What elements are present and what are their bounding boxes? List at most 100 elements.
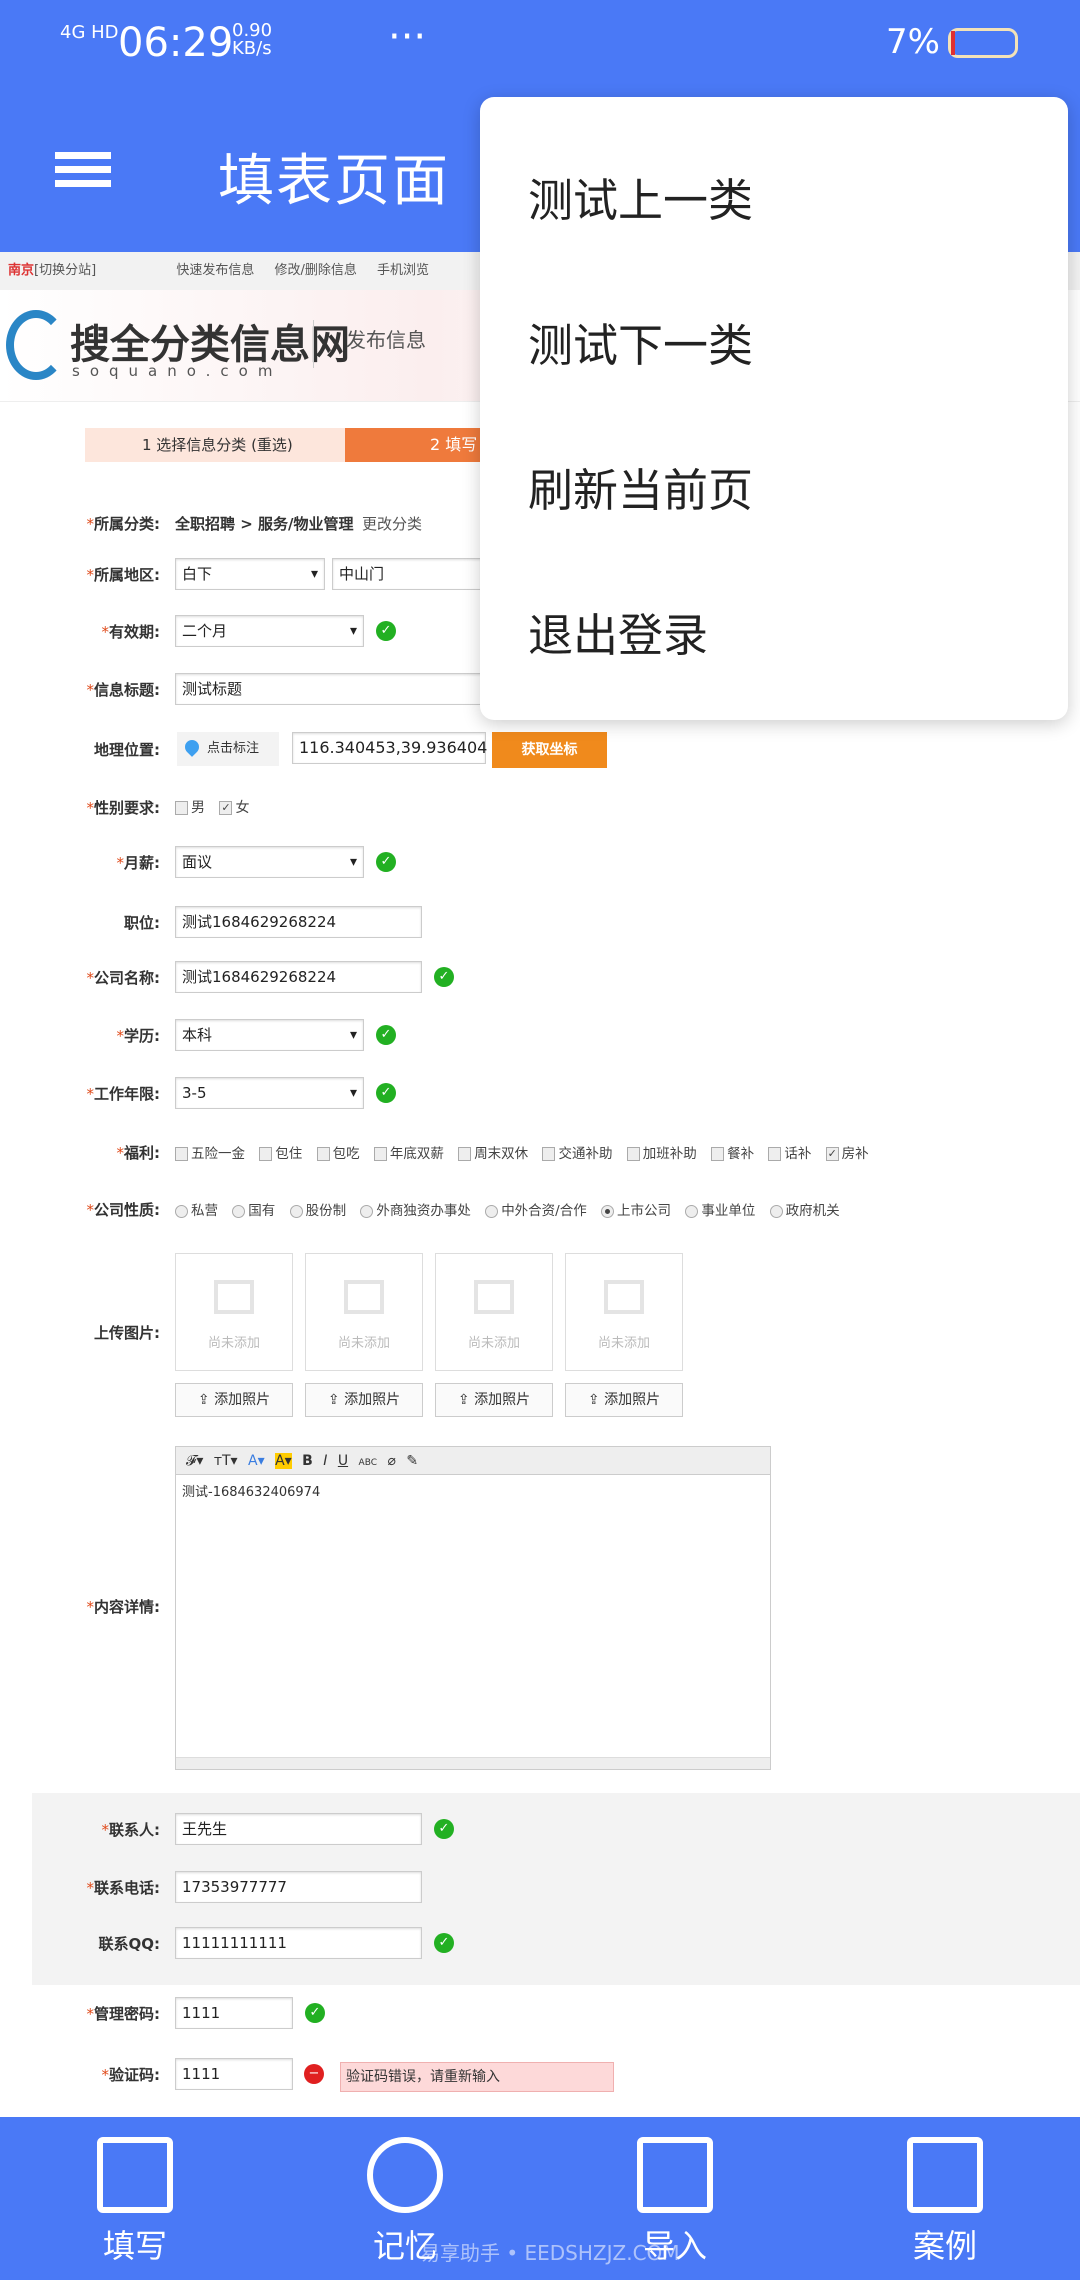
validity-select[interactable]: 二个月 xyxy=(175,615,364,647)
highlight-icon[interactable]: A▾ xyxy=(275,1453,292,1469)
more-status-icon: ··· xyxy=(388,14,427,60)
years-label: *工作年限: xyxy=(86,1085,161,1103)
upload-label: 上传图片: xyxy=(94,1324,160,1342)
underline-icon[interactable]: U xyxy=(338,1453,348,1469)
password-input[interactable]: 1111 xyxy=(175,1997,293,2029)
rich-text-editor[interactable]: 𝓕▾ тT▾ A▾ A▾ B I U ABC ⌀ ✎ 测试-1684632406… xyxy=(175,1446,771,1770)
nature-option[interactable]: 国有 xyxy=(232,1203,275,1219)
gender-male[interactable]: 男 xyxy=(175,800,205,816)
welfare-option[interactable]: 年底双薪 xyxy=(373,1146,444,1162)
nature-option[interactable]: 股份制 xyxy=(289,1203,346,1219)
photo-slot: 尚未添加 xyxy=(305,1253,423,1371)
step-1[interactable]: 1 选择信息分类 (重选) xyxy=(85,428,345,462)
image-placeholder-icon xyxy=(604,1280,644,1314)
nature-options: 私营 国有 股份制 外商独资办事处 中外合资/合作 上市公司 事业单位 政府机关 xyxy=(175,1199,850,1219)
welfare-option[interactable]: 五险一金 xyxy=(175,1146,245,1162)
menu-item-next-category[interactable]: 测试下一类 xyxy=(528,309,753,374)
welfare-option[interactable]: 话补 xyxy=(768,1146,811,1162)
education-select[interactable]: 本科 xyxy=(175,1019,364,1051)
page-title: 填表页面 xyxy=(218,149,450,214)
font-icon[interactable]: 𝓕▾ xyxy=(186,1453,203,1469)
editor-resize-handle[interactable] xyxy=(176,1757,770,1769)
welfare-option[interactable]: 餐补 xyxy=(711,1146,754,1162)
validity-label: *有效期: xyxy=(101,623,161,641)
phone-label: *联系电话: xyxy=(86,1879,161,1897)
image-placeholder-icon xyxy=(344,1280,384,1314)
welfare-option[interactable]: 加班补助 xyxy=(626,1146,697,1162)
nature-option[interactable]: 中外合资/合作 xyxy=(485,1203,587,1219)
qq-input[interactable]: 11111111111 xyxy=(175,1927,422,1959)
editor-content[interactable]: 测试-1684632406974 xyxy=(176,1475,770,1506)
edit-delete-link[interactable]: 修改/删除信息 xyxy=(274,263,356,278)
menu-item-refresh[interactable]: 刷新当前页 xyxy=(528,454,753,519)
salary-select[interactable]: 面议 xyxy=(175,846,364,878)
nature-option[interactable]: 上市公司 xyxy=(601,1203,671,1219)
title-input[interactable]: 测试标题 xyxy=(175,673,485,705)
check-icon: ✓ xyxy=(376,1025,396,1045)
company-label: *公司名称: xyxy=(86,969,161,987)
salary-label: *月薪: xyxy=(116,854,161,872)
nav-cases[interactable]: 案例 xyxy=(845,2117,1045,2267)
geo-label: 地理位置: xyxy=(94,741,160,759)
add-photo-button[interactable]: ⇪ 添加照片 xyxy=(175,1383,293,1417)
category-label: *所属分类: xyxy=(86,515,161,533)
clear-format-icon[interactable]: ✎ xyxy=(406,1453,418,1469)
welfare-options: 五险一金 包住 包吃 年底双薪 周末双休 交通补助 加班补助 餐补 话补 ✓ 房补 xyxy=(175,1142,879,1162)
captcha-input[interactable]: 1111 xyxy=(175,2058,293,2090)
nature-option[interactable]: 政府机关 xyxy=(769,1203,840,1219)
welfare-option[interactable]: 包吃 xyxy=(316,1146,360,1162)
welfare-option[interactable]: 交通补助 xyxy=(542,1146,612,1162)
add-photo-button[interactable]: ⇪ 添加照片 xyxy=(305,1383,423,1417)
gender-label: *性别要求: xyxy=(86,799,161,817)
content-label: *内容详情: xyxy=(86,1598,161,1616)
check-icon: ✓ xyxy=(305,2003,325,2023)
section-title: 发布信息 xyxy=(346,328,426,352)
watermark: 易享助手 • EEDSHZJZ.COM xyxy=(420,2241,680,2265)
area-select[interactable]: 中山门 xyxy=(332,558,482,590)
nature-option[interactable]: 私营 xyxy=(175,1203,218,1219)
check-icon: ✓ xyxy=(376,852,396,872)
welfare-option[interactable]: 包住 xyxy=(259,1146,302,1162)
contact-input[interactable]: 王先生 xyxy=(175,1813,422,1845)
menu-item-prev-category[interactable]: 测试上一类 xyxy=(528,164,753,229)
company-input[interactable]: 测试1684629268224 xyxy=(175,961,422,993)
welfare-option[interactable]: ✓ 房补 xyxy=(825,1146,869,1162)
add-photo-button[interactable]: ⇪ 添加照片 xyxy=(435,1383,553,1417)
phone-input[interactable]: 17353977777 xyxy=(175,1871,422,1903)
nature-option[interactable]: 外商独资办事处 xyxy=(360,1203,471,1219)
bold-icon[interactable]: B xyxy=(302,1453,313,1469)
quick-post-link[interactable]: 快速发布信息 xyxy=(176,263,254,278)
nature-label: *公司性质: xyxy=(86,1201,161,1219)
years-select[interactable]: 3-5 xyxy=(175,1077,364,1109)
strike-icon[interactable]: ABC xyxy=(359,1458,377,1468)
switch-city-link[interactable]: [切换分站] xyxy=(34,263,96,278)
nav-fill[interactable]: 填写 xyxy=(35,2117,235,2267)
position-input[interactable]: 测试1684629268224 xyxy=(175,906,422,938)
check-icon: ✓ xyxy=(434,1933,454,1953)
district-select[interactable]: 白下 xyxy=(175,558,325,590)
menu-item-logout[interactable]: 退出登录 xyxy=(528,599,708,664)
network-speed: 0.90 KB/s xyxy=(232,20,273,59)
nature-option[interactable]: 事业单位 xyxy=(685,1203,755,1219)
photo-slot: 尚未添加 xyxy=(435,1253,553,1371)
add-photo-button[interactable]: ⇪ 添加照片 xyxy=(565,1383,683,1417)
italic-icon[interactable]: I xyxy=(323,1453,327,1469)
font-color-icon[interactable]: A▾ xyxy=(248,1453,265,1469)
welfare-option[interactable]: 周末双休 xyxy=(458,1146,528,1162)
category-value: 全职招聘 > 服务/物业管理 xyxy=(175,515,354,533)
hamburger-menu-icon[interactable] xyxy=(55,152,111,159)
contact-label: *联系人: xyxy=(101,1821,161,1839)
change-category-link[interactable]: 更改分类 xyxy=(362,513,422,534)
eraser-icon[interactable]: ⌀ xyxy=(387,1453,395,1469)
welfare-label: *福利: xyxy=(116,1144,161,1162)
gender-female[interactable]: ✓ 女 xyxy=(219,800,249,816)
coordinates-input[interactable]: 116.340453,39.936404 xyxy=(292,732,487,764)
mobile-browse-link[interactable]: 手机浏览 xyxy=(377,263,429,278)
gender-options: 男 ✓ 女 xyxy=(175,797,259,817)
dragon-logo-icon xyxy=(6,310,66,380)
position-label: 职位: xyxy=(124,914,160,932)
font-size-icon[interactable]: тT▾ xyxy=(214,1453,238,1469)
get-coordinates-button[interactable]: 获取坐标 xyxy=(492,732,607,768)
mark-map-button[interactable]: 点击标注 xyxy=(177,732,279,766)
overflow-menu: 测试上一类 测试下一类 刷新当前页 退出登录 xyxy=(480,97,1068,720)
